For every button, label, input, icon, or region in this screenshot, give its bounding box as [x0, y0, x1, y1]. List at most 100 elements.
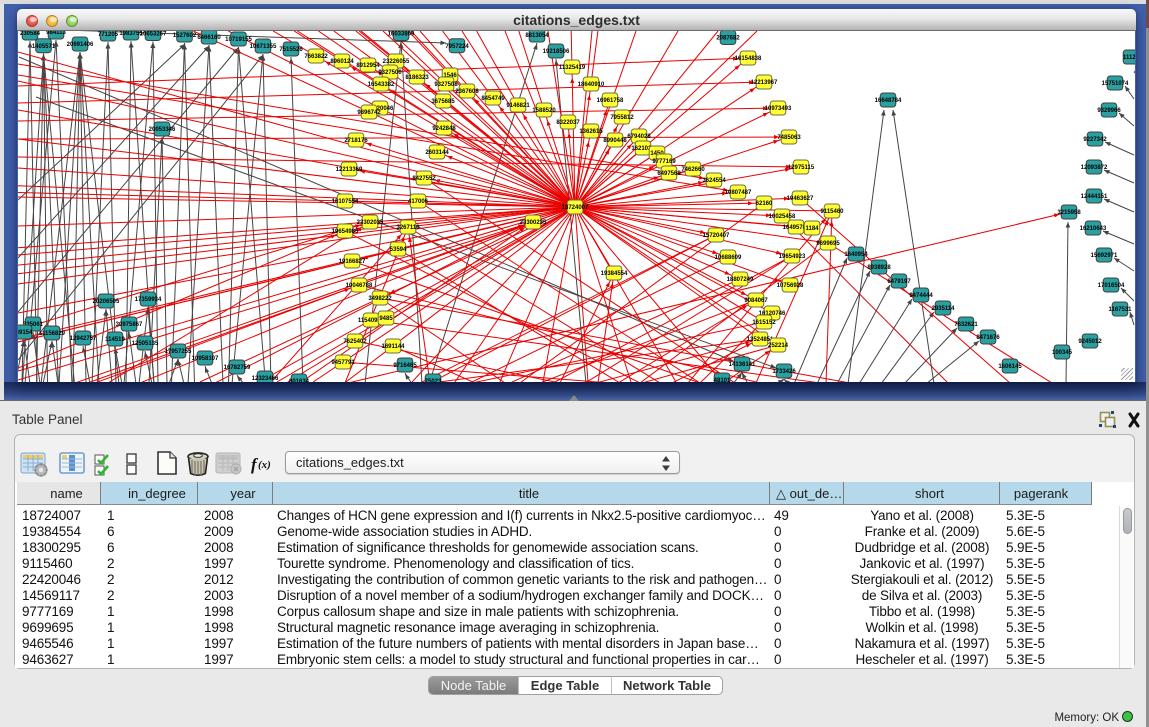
svg-text:7632621: 7632621 [954, 322, 978, 328]
svg-text:6479197: 6479197 [887, 279, 911, 285]
svg-text:3624554: 3624554 [702, 178, 726, 184]
svg-text:48101: 48101 [714, 378, 731, 382]
svg-text:9227342: 9227342 [1083, 137, 1107, 143]
svg-text:1640954: 1640954 [844, 252, 868, 258]
svg-text:1606145: 1606145 [998, 364, 1022, 370]
svg-text:15751074: 15751074 [1102, 81, 1129, 87]
svg-text:9146821: 9146821 [506, 103, 530, 109]
svg-text:11156829: 11156829 [39, 331, 66, 337]
svg-text:23226055: 23226055 [383, 59, 410, 65]
svg-text:14136141: 14136141 [729, 362, 756, 368]
svg-text:18807249: 18807249 [727, 277, 754, 283]
svg-text:7625402: 7625402 [343, 339, 367, 345]
svg-text:12444151: 12444151 [1081, 194, 1108, 200]
svg-text:10688609: 10688609 [715, 255, 742, 261]
svg-text:6497568: 6497568 [657, 171, 681, 177]
svg-text:9485: 9485 [379, 316, 393, 322]
svg-text:9716465: 9716465 [393, 363, 417, 369]
svg-text:3267110: 3267110 [396, 225, 420, 231]
svg-text:12975115: 12975115 [788, 165, 815, 171]
svg-text:18640910: 18640910 [578, 82, 605, 88]
svg-text:39154: 39154 [18, 330, 33, 336]
svg-text:16543382: 16543382 [368, 82, 395, 88]
svg-text:9084067: 9084067 [744, 298, 768, 304]
svg-text:16107554: 16107554 [332, 199, 359, 205]
svg-text:12213369: 12213369 [336, 167, 363, 173]
svg-text:8186323: 8186323 [405, 75, 429, 81]
svg-text:1362615: 1362615 [579, 129, 603, 135]
svg-text:19384554: 19384554 [601, 271, 628, 277]
svg-text:15720407: 15720407 [703, 233, 730, 239]
svg-text:100345: 100345 [1052, 350, 1073, 356]
svg-text:20206505: 20206505 [93, 299, 120, 305]
svg-text:17359934: 17359934 [135, 297, 162, 303]
svg-text:8427552: 8427552 [412, 176, 436, 182]
svg-text:9457791: 9457791 [331, 360, 355, 366]
svg-text:1167531: 1167531 [1108, 307, 1132, 313]
svg-text:20691406: 20691406 [67, 42, 94, 48]
svg-text:16782759: 16782759 [224, 365, 251, 371]
svg-text:19218506: 19218506 [543, 49, 570, 55]
svg-text:15692971: 15692971 [1091, 253, 1118, 259]
svg-text:10046788: 10046788 [346, 283, 373, 289]
svg-text:10025458: 10025458 [769, 214, 796, 220]
svg-text:2087682: 2087682 [716, 36, 740, 42]
svg-text:1691144: 1691144 [381, 344, 405, 350]
svg-text:16210643: 16210643 [1080, 226, 1107, 232]
svg-text:2367608: 2367608 [455, 89, 479, 95]
svg-text:801634: 801634 [289, 379, 310, 382]
svg-text:1184: 1184 [805, 226, 819, 232]
svg-text:18724007: 18724007 [562, 205, 589, 211]
svg-text:11123: 11123 [1123, 55, 1135, 61]
svg-text:7515526: 7515526 [279, 47, 303, 53]
svg-text:7663822: 7663822 [304, 54, 328, 60]
svg-text:8960124: 8960124 [330, 59, 354, 65]
svg-text:10958107: 10958107 [192, 356, 219, 362]
svg-text:1588520: 1588520 [532, 108, 556, 114]
svg-text:3215958: 3215958 [1057, 210, 1081, 216]
svg-text:19166827: 19166827 [339, 259, 366, 265]
svg-text:30975867: 30975867 [116, 322, 143, 328]
svg-text:12942757: 12942757 [70, 336, 97, 342]
svg-text:9329966: 9329966 [1097, 108, 1121, 114]
svg-text:8322037: 8322037 [556, 120, 580, 126]
svg-text:7955812: 7955812 [610, 115, 634, 121]
svg-text:12093872: 12093872 [1081, 165, 1108, 171]
svg-text:12213967: 12213967 [751, 80, 778, 86]
svg-text:230584: 230584 [20, 31, 41, 37]
svg-text:984113: 984113 [46, 31, 66, 36]
svg-text:17016504: 17016504 [1098, 283, 1125, 289]
svg-text:10756928: 10756928 [777, 283, 804, 289]
svg-text:8454749: 8454749 [481, 96, 505, 102]
svg-text:6794028: 6794028 [627, 134, 651, 140]
svg-text:9327500: 9327500 [378, 70, 402, 76]
svg-text:11325419: 11325419 [559, 65, 586, 71]
svg-text:9474444: 9474444 [909, 293, 933, 299]
svg-text:23302035: 23302035 [357, 220, 384, 226]
svg-text:8471676: 8471676 [976, 335, 1000, 341]
svg-text:252214: 252214 [768, 343, 789, 349]
svg-text:(x): (x) [258, 459, 271, 471]
svg-text:7485063: 7485063 [777, 135, 801, 141]
svg-text:1405571: 1405571 [32, 44, 56, 50]
svg-text:8938928: 8938928 [867, 265, 891, 271]
svg-text:2935114: 2935114 [931, 306, 955, 312]
svg-text:2603144: 2603144 [425, 150, 449, 156]
svg-text:19463627: 19463627 [787, 196, 814, 202]
svg-text:1733426: 1733426 [772, 369, 796, 375]
svg-text:10807487: 10807487 [725, 190, 752, 196]
svg-text:12505135: 12505135 [132, 341, 159, 347]
svg-text:23300235: 23300235 [520, 220, 547, 226]
svg-text:16154838: 16154838 [735, 56, 762, 62]
svg-text:771205: 771205 [98, 32, 119, 38]
svg-text:8912954: 8912954 [356, 63, 380, 69]
svg-text:9699695: 9699695 [816, 241, 840, 247]
svg-text:62160: 62160 [756, 201, 773, 207]
svg-text:19654923: 19654923 [779, 254, 806, 260]
svg-text:9327508: 9327508 [434, 82, 458, 88]
svg-text:1615152: 1615152 [752, 320, 776, 326]
svg-text:1527602: 1527602 [173, 33, 197, 39]
svg-text:417006: 417006 [408, 199, 429, 205]
svg-text:16033809: 16033809 [388, 32, 415, 38]
svg-text:6466160: 6466160 [197, 35, 221, 41]
